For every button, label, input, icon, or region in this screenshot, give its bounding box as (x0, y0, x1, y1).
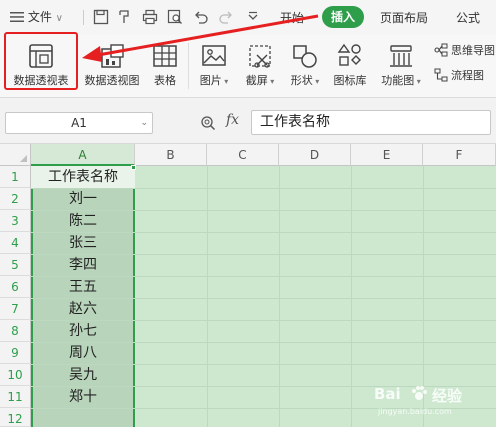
table-cell[interactable]: 李四 (31, 254, 135, 276)
column-header-e[interactable]: E (351, 144, 423, 166)
column-header-b[interactable]: B (135, 144, 207, 166)
table-cell[interactable]: 孙七 (31, 320, 135, 342)
name-box[interactable]: A1 ⌄ (5, 112, 153, 134)
fx-icon[interactable]: fx (226, 112, 239, 128)
tab-home[interactable]: 开始 (280, 9, 304, 27)
icon-library-button[interactable]: 图标库 (330, 37, 370, 95)
table-icon (150, 41, 180, 71)
chevron-down-icon: ∨ (55, 13, 63, 24)
fill-handle[interactable] (131, 165, 136, 170)
column-header-c[interactable]: C (207, 144, 279, 166)
table-cell[interactable] (31, 408, 135, 427)
paw-icon (410, 384, 428, 402)
icon-library-icon (335, 41, 365, 71)
pivot-chart-label: 数据透视图 (84, 74, 140, 87)
pivot-chart-icon (97, 41, 127, 71)
redo-icon[interactable] (218, 9, 234, 25)
table-label: 表格 (154, 74, 176, 87)
zoom-icon[interactable] (200, 115, 216, 131)
function-chart-button[interactable]: 功能图 ▾ (377, 37, 425, 95)
flowchart-icon (434, 68, 448, 82)
hamburger-icon (10, 10, 24, 22)
row-header[interactable]: 2 (0, 188, 31, 210)
baidu-watermark: Bai 经验 jingyan.baidu.com (374, 381, 484, 421)
row-header[interactable]: 1 (0, 166, 31, 188)
name-box-value: A1 (71, 116, 87, 130)
table-cell[interactable]: 刘一 (31, 188, 135, 210)
row-header[interactable]: 11 (0, 386, 31, 408)
flowchart-button[interactable]: 流程图 (434, 66, 484, 86)
formula-input[interactable]: 工作表名称 (251, 110, 491, 135)
table-cell[interactable]: 赵六 (31, 298, 135, 320)
formula-bar: A1 ⌄ fx 工作表名称 (0, 98, 496, 144)
function-chart-label: 功能图 ▾ (381, 74, 421, 87)
row-header[interactable]: 12 (0, 408, 31, 427)
picture-label: 图片 ▾ (199, 74, 229, 87)
row-header[interactable]: 4 (0, 232, 31, 254)
column-header-f[interactable]: F (423, 144, 496, 166)
table-cell[interactable]: 周八 (31, 342, 135, 364)
file-menu[interactable]: 文件 ∨ (10, 8, 63, 28)
table-cell[interactable]: 张三 (31, 232, 135, 254)
tab-page-layout[interactable]: 页面布局 (380, 9, 428, 27)
format-painter-icon[interactable] (117, 9, 133, 25)
print-preview-icon[interactable] (167, 9, 183, 25)
print-icon[interactable] (142, 9, 158, 25)
tab-formula[interactable]: 公式 (456, 9, 480, 27)
function-chart-icon (386, 41, 416, 71)
column-header-d[interactable]: D (279, 144, 351, 166)
watermark-text-2: 经验 (432, 387, 463, 405)
watermark-text: Bai (374, 385, 401, 403)
shape-label: 形状 ▾ (290, 74, 320, 87)
shape-button[interactable]: 形状 ▾ (285, 37, 325, 95)
mindmap-button[interactable]: 思维导图 (434, 41, 495, 61)
row-header[interactable]: 9 (0, 342, 31, 364)
row-header[interactable]: 8 (0, 320, 31, 342)
icon-library-label: 图标库 (333, 74, 367, 87)
customize-toolbar-icon[interactable] (245, 9, 261, 25)
table-cell[interactable]: 吴九 (31, 364, 135, 386)
screenshot-icon (245, 41, 275, 71)
file-menu-label: 文件 (27, 10, 52, 24)
table-cell[interactable]: 郑十 (31, 386, 135, 408)
save-icon[interactable] (93, 9, 109, 25)
row-header[interactable]: 6 (0, 276, 31, 298)
undo-icon[interactable] (193, 9, 209, 25)
screenshot-button[interactable]: 截屏 ▾ (240, 37, 280, 95)
table-cell[interactable]: 陈二 (31, 210, 135, 232)
column-header-a[interactable]: A (31, 144, 135, 166)
row-header[interactable]: 10 (0, 364, 31, 386)
picture-icon (199, 41, 229, 71)
mindmap-icon (434, 43, 448, 57)
row-header[interactable]: 3 (0, 210, 31, 232)
table-button[interactable]: 表格 (148, 37, 182, 95)
cell-a1[interactable]: 工作表名称 (31, 166, 135, 188)
row-header[interactable]: 5 (0, 254, 31, 276)
table-cell[interactable]: 王五 (31, 276, 135, 298)
select-all-corner[interactable] (0, 144, 31, 166)
pivot-table-highlight (4, 32, 78, 90)
menu-bar: 文件 ∨ 开始 插入 页面布局 公式 (0, 0, 496, 35)
screenshot-label: 截屏 ▾ (245, 74, 275, 87)
chevron-down-icon: ⌄ (140, 118, 148, 128)
pivot-chart-button[interactable]: 数据透视图 (81, 37, 143, 95)
watermark-url: jingyan.baidu.com (378, 407, 452, 416)
tab-insert[interactable]: 插入 (322, 6, 364, 28)
picture-button[interactable]: 图片 ▾ (195, 37, 233, 95)
shape-icon (290, 41, 320, 71)
row-header[interactable]: 7 (0, 298, 31, 320)
